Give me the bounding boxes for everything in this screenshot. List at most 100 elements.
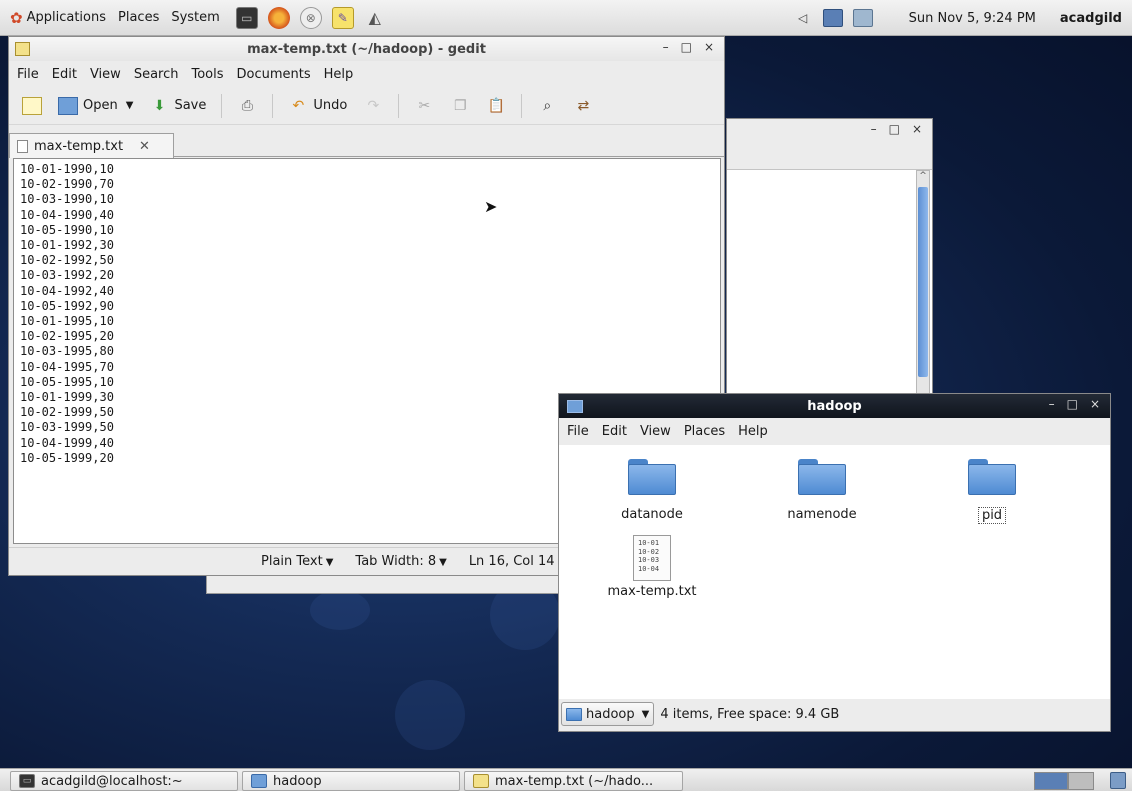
close-button[interactable]: × [912, 122, 922, 136]
folder-namenode[interactable]: namenode [762, 459, 882, 522]
close-tab-icon[interactable]: ✕ [139, 139, 150, 154]
menu-view[interactable]: View [640, 424, 671, 439]
tab-max-temp[interactable]: max-temp.txt ✕ [9, 133, 174, 158]
task-hadoop[interactable]: hadoop [242, 771, 460, 791]
dolphin-icon[interactable]: ◭ [364, 7, 386, 29]
new-document-icon [22, 96, 42, 115]
minimize-button[interactable]: – [1049, 397, 1055, 411]
menu-help[interactable]: Help [738, 424, 768, 439]
editor-line: 10-04-1990,40 [20, 207, 114, 222]
file-manager-statusbar: hadoop ▼ 4 items, Free space: 9.4 GB [559, 697, 1110, 731]
applications-menu-label: Applications [26, 10, 106, 25]
task-terminal[interactable]: ▭ acadgild@localhost:~ [10, 771, 238, 791]
task-label: hadoop [273, 773, 322, 789]
scrollbar-thumb[interactable] [918, 187, 928, 377]
maximize-button[interactable]: □ [889, 122, 900, 136]
text-file-icon: 10-01 10-02 10-03 10-04 [633, 535, 671, 581]
redo-button[interactable]: ↷ [358, 91, 388, 121]
editor-line: 10-05-1992,90 [20, 298, 114, 313]
language-selector[interactable]: Plain Text ▼ [261, 554, 333, 569]
minimize-button[interactable]: – [871, 122, 877, 136]
trash-icon[interactable] [1110, 772, 1126, 789]
workspace-2[interactable] [1068, 772, 1094, 790]
notes-icon[interactable]: ✎ [331, 6, 354, 29]
menu-help[interactable]: Help [324, 67, 354, 82]
background-window-titlebar[interactable]: – □ × [727, 119, 932, 143]
menu-file[interactable]: File [567, 424, 589, 439]
panel-menus: ✿ Applications Places System [0, 9, 232, 27]
editor-line: 10-02-1995,20 [20, 329, 114, 344]
redo-icon: ↷ [367, 97, 380, 114]
gedit-app-icon [15, 42, 30, 56]
user-switcher-icon[interactable] [852, 9, 873, 27]
menu-edit[interactable]: Edit [52, 67, 77, 82]
copy-button[interactable]: ❐ [445, 91, 475, 121]
editor-line: 10-03-1990,10 [20, 192, 114, 207]
text-file-icon [17, 139, 28, 153]
network-manager-icon[interactable] [822, 9, 843, 27]
network-icon[interactable]: ⊗ [299, 6, 322, 29]
menu-view[interactable]: View [90, 67, 121, 82]
workspace-1[interactable] [1034, 772, 1068, 790]
file-manager-window[interactable]: hadoop – □ × File Edit View Places Help … [558, 393, 1111, 732]
editor-line: 10-05-1990,10 [20, 222, 114, 237]
username[interactable]: acadgild [1060, 11, 1122, 26]
minimize-button[interactable]: – [663, 40, 669, 54]
window-controls: – □ × [1049, 397, 1100, 411]
menu-places[interactable]: Places [684, 424, 725, 439]
file-manager-titlebar[interactable]: hadoop – □ × [559, 394, 1110, 418]
save-button[interactable]: ⬇ Save [144, 91, 211, 121]
gedit-titlebar[interactable]: max-temp.txt (~/hadoop) - gedit – □ × [9, 37, 724, 61]
undo-button[interactable]: ↶ Undo [283, 91, 352, 121]
chevron-down-icon: ▼ [439, 557, 447, 568]
tab-width-selector[interactable]: Tab Width: 8 ▼ [355, 554, 446, 569]
places-menu-label: Places [118, 10, 160, 25]
menu-search[interactable]: Search [134, 67, 179, 82]
editor-line: 10-01-1990,10 [20, 162, 114, 176]
applications-menu[interactable]: ✿ Applications [10, 9, 106, 27]
menu-edit[interactable]: Edit [602, 424, 627, 439]
maximize-button[interactable]: □ [681, 40, 692, 54]
editor-line: 10-04-1995,70 [20, 359, 114, 374]
chevron-down-icon[interactable]: ▼ [126, 100, 134, 111]
scroll-up-arrow-icon[interactable]: ^ [917, 171, 929, 185]
replace-button[interactable]: ⇄ [568, 91, 598, 121]
file-max-temp[interactable]: 10-01 10-02 10-03 10-04 max-temp.txt [592, 535, 712, 599]
gedit-menubar: File Edit View Search Tools Documents He… [9, 61, 724, 87]
file-view[interactable]: datanode namenode pid 10-01 10-02 10-03 … [559, 445, 1110, 699]
file-preview-line: 10-03 [638, 556, 660, 564]
desktop-decoration [310, 590, 370, 630]
bottom-panel: ▭ acadgild@localhost:~ hadoop max-temp.t… [0, 768, 1132, 791]
system-menu[interactable]: System [171, 10, 219, 25]
maximize-button[interactable]: □ [1067, 397, 1078, 411]
task-gedit[interactable]: max-temp.txt (~/hado... [464, 771, 683, 791]
location-button[interactable]: hadoop ▼ [561, 702, 655, 726]
open-button[interactable]: Open ▼ [53, 91, 138, 121]
vertical-scrollbar[interactable]: ^ [916, 170, 930, 394]
new-button[interactable] [17, 91, 47, 121]
gedit-window-title: max-temp.txt (~/hadoop) - gedit [247, 41, 486, 57]
folder-icon [628, 459, 676, 495]
open-button-label: Open [83, 98, 118, 113]
folder-pid[interactable]: pid [932, 459, 1052, 524]
close-button[interactable]: × [704, 40, 714, 54]
terminal-icon[interactable]: ▭ [235, 6, 258, 29]
chevron-down-icon: ▼ [641, 708, 650, 720]
firefox-icon[interactable] [267, 6, 290, 29]
volume-icon[interactable]: ◁ [793, 9, 813, 27]
menu-documents[interactable]: Documents [237, 67, 311, 82]
folder-app-icon [567, 399, 583, 413]
places-menu[interactable]: Places [118, 10, 159, 25]
menu-tools[interactable]: Tools [191, 67, 223, 82]
folder-label: namenode [787, 507, 857, 522]
paste-button[interactable]: 📋 [481, 91, 511, 121]
toolbar-separator [221, 93, 223, 118]
undo-icon: ↶ [292, 97, 305, 114]
cut-button[interactable]: ✂ [409, 91, 439, 121]
find-button[interactable]: ⌕ [532, 91, 562, 121]
menu-file[interactable]: File [17, 67, 39, 82]
print-button[interactable]: ⎙ [232, 91, 262, 121]
folder-datanode[interactable]: datanode [592, 459, 712, 522]
close-button[interactable]: × [1090, 397, 1100, 411]
clock[interactable]: Sun Nov 5, 9:24 PM [909, 11, 1036, 26]
